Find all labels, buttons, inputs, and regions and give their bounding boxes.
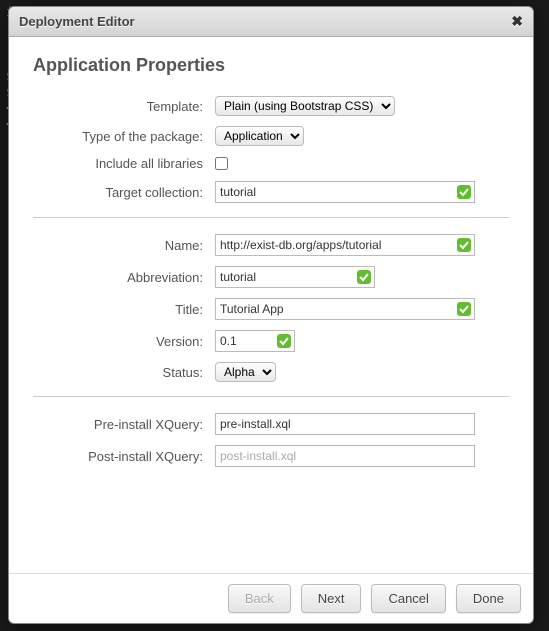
version-input[interactable]	[216, 332, 273, 350]
back-button: Back	[228, 584, 291, 613]
pre-install-label: Pre-install XQuery:	[33, 417, 215, 432]
include-libs-checkbox[interactable]	[215, 157, 228, 170]
done-button[interactable]: Done	[456, 584, 521, 613]
pre-install-input[interactable]	[216, 415, 474, 433]
check-icon	[457, 185, 471, 199]
button-bar: Back Next Cancel Done	[9, 573, 533, 623]
post-install-label: Post-install XQuery:	[33, 449, 215, 464]
type-select[interactable]: Application	[215, 126, 304, 146]
check-icon	[357, 270, 371, 284]
target-collection-label: Target collection:	[33, 185, 215, 200]
next-button[interactable]: Next	[301, 584, 362, 613]
abbreviation-label: Abbreviation:	[33, 270, 215, 285]
template-select[interactable]: Plain (using Bootstrap CSS)	[215, 96, 395, 116]
target-collection-input[interactable]	[216, 183, 453, 201]
check-icon	[277, 334, 291, 348]
divider	[33, 396, 509, 397]
post-install-input[interactable]	[216, 447, 474, 465]
dialog-content: Application Properties Template: Plain (…	[9, 37, 533, 573]
close-icon[interactable]: ✖	[511, 13, 523, 30]
type-label: Type of the package:	[33, 129, 215, 144]
cancel-button[interactable]: Cancel	[371, 584, 445, 613]
include-libs-label: Include all libraries	[33, 156, 215, 171]
name-input[interactable]	[216, 236, 453, 254]
divider	[33, 217, 509, 218]
check-icon	[457, 302, 471, 316]
version-label: Version:	[33, 334, 215, 349]
dialog-titlebar[interactable]: Deployment Editor ✖	[9, 7, 533, 37]
page-title: Application Properties	[33, 55, 509, 76]
deployment-editor-dialog: Deployment Editor ✖ Application Properti…	[8, 6, 534, 624]
abbreviation-input[interactable]	[216, 268, 353, 286]
title-input[interactable]	[216, 300, 453, 318]
dialog-title: Deployment Editor	[19, 14, 135, 29]
template-label: Template:	[33, 99, 215, 114]
title-label: Title:	[33, 302, 215, 317]
status-label: Status:	[33, 365, 215, 380]
status-select[interactable]: Alpha	[215, 362, 276, 382]
name-label: Name:	[33, 238, 215, 253]
check-icon	[457, 238, 471, 252]
